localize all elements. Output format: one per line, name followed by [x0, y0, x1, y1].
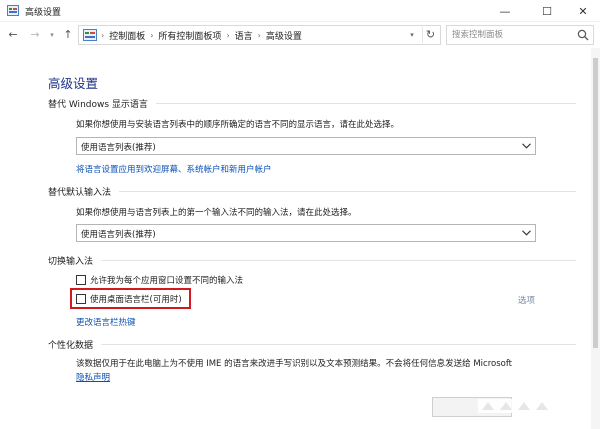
checkbox-label: 允许我为每个应用窗口设置不同的输入法 — [90, 276, 244, 286]
chevron-down-icon — [522, 230, 531, 236]
control-panel-icon — [83, 29, 97, 41]
section-heading: 替代 Windows 显示语言 — [48, 100, 148, 110]
close-button[interactable]: ✕ — [566, 0, 600, 22]
select-value: 使用语言列表(推荐) — [81, 143, 156, 153]
breadcrumb-separator[interactable]: › — [258, 31, 261, 40]
breadcrumb-language[interactable]: 语言 — [235, 29, 253, 42]
control-panel-icon — [7, 5, 19, 16]
breadcrumb: › 控制面板 › 所有控制面板项 › 语言 › 高级设置 — [101, 29, 302, 42]
section-divider — [119, 191, 576, 192]
display-language-select[interactable]: 使用语言列表(推荐) — [76, 137, 536, 155]
up-arrow-icon[interactable]: ↑ — [61, 28, 75, 42]
search-input[interactable] — [447, 26, 571, 44]
breadcrumb-separator: › — [101, 31, 105, 40]
scrollbar-thumb[interactable] — [593, 58, 598, 348]
minimize-button[interactable]: — — [488, 0, 522, 22]
chevron-down-icon — [522, 143, 531, 149]
change-hotkeys-link[interactable]: 更改语言栏热键 — [76, 316, 136, 328]
per-app-input-checkbox[interactable] — [76, 275, 86, 285]
window-title: 高级设置 — [25, 8, 62, 18]
forward-arrow-icon[interactable]: → — [28, 28, 42, 42]
section-heading: 个性化数据 — [48, 341, 94, 351]
section-switch-input: 切换输入法 — [48, 254, 576, 267]
maximize-button[interactable]: ☐ — [530, 0, 564, 22]
desktop-language-bar-checkbox[interactable] — [76, 294, 86, 304]
apply-language-settings-link[interactable]: 将语言设置应用到欢迎屏幕、系统帐户和新用户帐户 — [76, 163, 272, 175]
breadcrumb-advanced-settings[interactable]: 高级设置 — [266, 29, 302, 42]
section-heading: 切换输入法 — [48, 257, 94, 267]
select-value: 使用语言列表(推荐) — [81, 230, 156, 240]
vertical-scrollbar[interactable] — [591, 48, 600, 429]
breadcrumb-control-panel[interactable]: 控制面板 — [109, 29, 145, 42]
main-content: 高级设置 替代 Windows 显示语言 如果你想使用与安装语言列表中的顺序所确… — [0, 48, 600, 429]
options-link[interactable]: 选项 — [518, 294, 535, 306]
section-personalization: 个性化数据 — [48, 338, 576, 351]
section-divider — [155, 103, 576, 104]
default-input-description: 如果你想使用与语言列表上的第一个输入法不同的输入法，请在此处选择。 — [76, 208, 357, 218]
section-default-input: 替代默认输入法 — [48, 185, 576, 198]
section-divider — [101, 260, 576, 261]
section-display-language: 替代 Windows 显示语言 — [48, 97, 576, 110]
default-input-select[interactable]: 使用语言列表(推荐) — [76, 224, 536, 242]
address-dropdown-icon[interactable]: ▾ — [405, 28, 419, 42]
per-app-input-option[interactable]: 允许我为每个应用窗口设置不同的输入法 — [76, 274, 243, 286]
search-icon[interactable] — [577, 29, 589, 41]
search-box[interactable] — [446, 25, 594, 45]
address-bar: ← → ▾ ↑ › 控制面板 › 所有控制面板项 › 语言 › 高级设置 ▾ ↻ — [0, 22, 600, 48]
address-field[interactable]: › 控制面板 › 所有控制面板项 › 语言 › 高级设置 ▾ ↻ — [78, 25, 441, 45]
breadcrumb-separator[interactable]: › — [226, 31, 229, 40]
desktop-language-bar-option[interactable]: 使用桌面语言栏(可用时) — [76, 293, 182, 305]
breadcrumb-all-items[interactable]: 所有控制面板项 — [158, 29, 221, 42]
breadcrumb-separator[interactable]: › — [150, 31, 153, 40]
page-title: 高级设置 — [48, 76, 99, 91]
checkbox-label: 使用桌面语言栏(可用时) — [90, 295, 182, 305]
watermark-icon — [478, 399, 558, 413]
refresh-icon[interactable]: ↻ — [422, 27, 438, 43]
privacy-statement-link[interactable]: 隐私声明 — [76, 371, 110, 383]
display-language-description: 如果你想使用与安装语言列表中的顺序所确定的语言不同的显示语言，请在此处选择。 — [76, 120, 400, 130]
title-bar: 高级设置 — ☐ ✕ — [0, 0, 600, 22]
recent-locations-dropdown-icon[interactable]: ▾ — [45, 28, 59, 42]
back-arrow-icon[interactable]: ← — [6, 28, 20, 42]
section-heading: 替代默认输入法 — [48, 188, 112, 198]
section-divider — [101, 344, 576, 345]
personalization-description: 该数据仅用于在此电脑上为不使用 IME 的语言来改进手写识别以及文本预测结果。不… — [76, 359, 513, 369]
